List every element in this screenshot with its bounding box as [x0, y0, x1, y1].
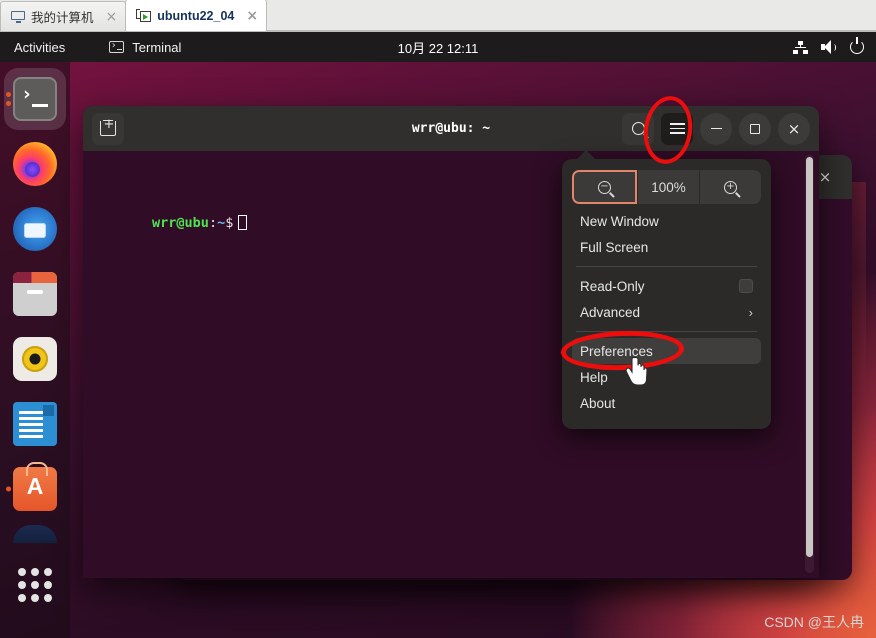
gnome-top-bar: Activities Terminal 10月 22 12:11 — [0, 32, 876, 62]
dock-item-rhythmbox[interactable] — [4, 328, 66, 390]
dock-item-firefox[interactable] — [4, 133, 66, 195]
system-tray[interactable] — [793, 37, 864, 54]
menu-separator — [576, 331, 757, 332]
thunderbird-icon — [13, 207, 57, 251]
hamburger-menu-button[interactable] — [661, 112, 693, 145]
terminal-titlebar[interactable]: wrr@ubu: ~ × — [83, 106, 819, 151]
active-app-menu[interactable]: Terminal — [109, 40, 181, 55]
tab-strip-filler — [266, 0, 876, 31]
monitor-icon — [11, 10, 25, 23]
ubuntu-software-icon — [13, 462, 57, 511]
vm-tab-label: 我的计算机 — [31, 11, 94, 25]
minimize-button[interactable] — [700, 112, 732, 145]
zoom-in-button[interactable]: + — [700, 170, 761, 204]
menu-item-label: New Window — [580, 213, 659, 229]
menu-item-preferences[interactable]: Preferences — [572, 338, 761, 364]
menu-separator — [576, 266, 757, 267]
menu-item-full-screen[interactable]: Full Screen — [572, 234, 761, 260]
running-indicator — [6, 486, 11, 492]
dock-item-ubuntu-software[interactable] — [4, 458, 66, 520]
grid-icon — [18, 568, 52, 602]
zoom-level-display[interactable]: 100% — [638, 170, 699, 204]
maximize-icon — [750, 123, 760, 134]
activities-button[interactable]: Activities — [14, 40, 65, 55]
menu-item-label: Full Screen — [580, 239, 649, 255]
menu-item-read-only[interactable]: Read-Only — [572, 273, 761, 299]
menu-item-label: Help — [580, 369, 608, 385]
active-app-label: Terminal — [132, 39, 182, 55]
dock-item-help[interactable] — [4, 523, 66, 543]
menu-item-label: Read-Only — [580, 278, 645, 294]
zoom-out-button[interactable]: − — [572, 170, 637, 204]
vm-tab-strip: 我的计算机 × ubuntu22_04 × — [0, 0, 876, 32]
menu-item-about[interactable]: About — [572, 390, 761, 416]
prompt-colon: : — [208, 215, 218, 231]
terminal-icon — [109, 40, 125, 53]
mouse-cursor-hand — [625, 357, 648, 386]
power-icon[interactable] — [850, 37, 864, 54]
terminal-cursor — [238, 215, 248, 230]
terminal-hamburger-menu: − 100% + New Window Full Screen Read-Onl… — [562, 159, 771, 429]
screen: 我的计算机 × ubuntu22_04 × Activities Termina… — [0, 0, 876, 638]
dock-item-libreoffice-writer[interactable] — [4, 393, 66, 455]
menu-item-new-window[interactable]: New Window — [572, 208, 761, 234]
chevron-right-icon: › — [748, 304, 753, 320]
rhythmbox-icon — [13, 337, 57, 381]
vm-tab-my-computer[interactable]: 我的计算机 × — [0, 1, 127, 31]
menu-item-label: About — [580, 395, 616, 411]
terminal-icon — [13, 77, 57, 121]
hamburger-icon — [669, 123, 685, 134]
zoom-out-icon: − — [598, 180, 611, 194]
scrollbar-thumb[interactable] — [806, 157, 813, 557]
menu-item-help[interactable]: Help — [572, 364, 761, 390]
vm-play-icon — [136, 9, 152, 22]
dock-item-terminal[interactable] — [4, 68, 66, 130]
files-icon — [13, 272, 57, 316]
vm-tab-close-icon[interactable]: × — [246, 9, 258, 23]
ubuntu-dock — [0, 62, 70, 638]
vm-tab-label: ubuntu22_04 — [157, 8, 235, 23]
vm-tab-close-icon[interactable]: × — [106, 10, 118, 24]
help-icon — [13, 525, 57, 543]
close-button[interactable]: × — [778, 112, 810, 145]
menu-item-label: Advanced — [580, 304, 641, 320]
maximize-button[interactable] — [739, 112, 771, 145]
search-icon — [631, 122, 645, 135]
vm-tab-ubuntu22-04[interactable]: ubuntu22_04 × — [125, 0, 268, 31]
zoom-control-group: − 100% + — [572, 170, 761, 204]
terminal-scrollbar[interactable] — [805, 155, 814, 573]
search-button[interactable] — [622, 112, 654, 145]
libreoffice-writer-icon — [13, 402, 57, 446]
read-only-checkbox[interactable] — [739, 279, 753, 293]
titlebar-controls: × — [622, 112, 810, 145]
show-applications-button[interactable] — [4, 554, 66, 616]
menu-item-advanced[interactable]: Advanced › — [572, 299, 761, 325]
dock-item-files[interactable] — [4, 263, 66, 325]
close-icon: × — [787, 119, 801, 138]
minimize-icon — [710, 127, 722, 130]
new-tab-button[interactable] — [92, 112, 124, 145]
new-tab-icon — [100, 117, 116, 136]
network-icon[interactable] — [793, 40, 808, 54]
volume-icon[interactable] — [821, 40, 837, 54]
running-indicator — [6, 92, 11, 106]
prompt-user: wrr@ubu — [152, 215, 209, 231]
firefox-icon — [13, 142, 57, 186]
zoom-in-icon: + — [724, 180, 737, 194]
dock-item-thunderbird[interactable] — [4, 198, 66, 260]
watermark: CSDN @王人冉 — [764, 614, 864, 630]
prompt-dollar: $ — [225, 215, 234, 231]
shell-prompt: wrr@ubu:~$ — [87, 199, 248, 247]
prompt-path: ~ — [217, 215, 226, 231]
menu-caret — [577, 150, 595, 159]
